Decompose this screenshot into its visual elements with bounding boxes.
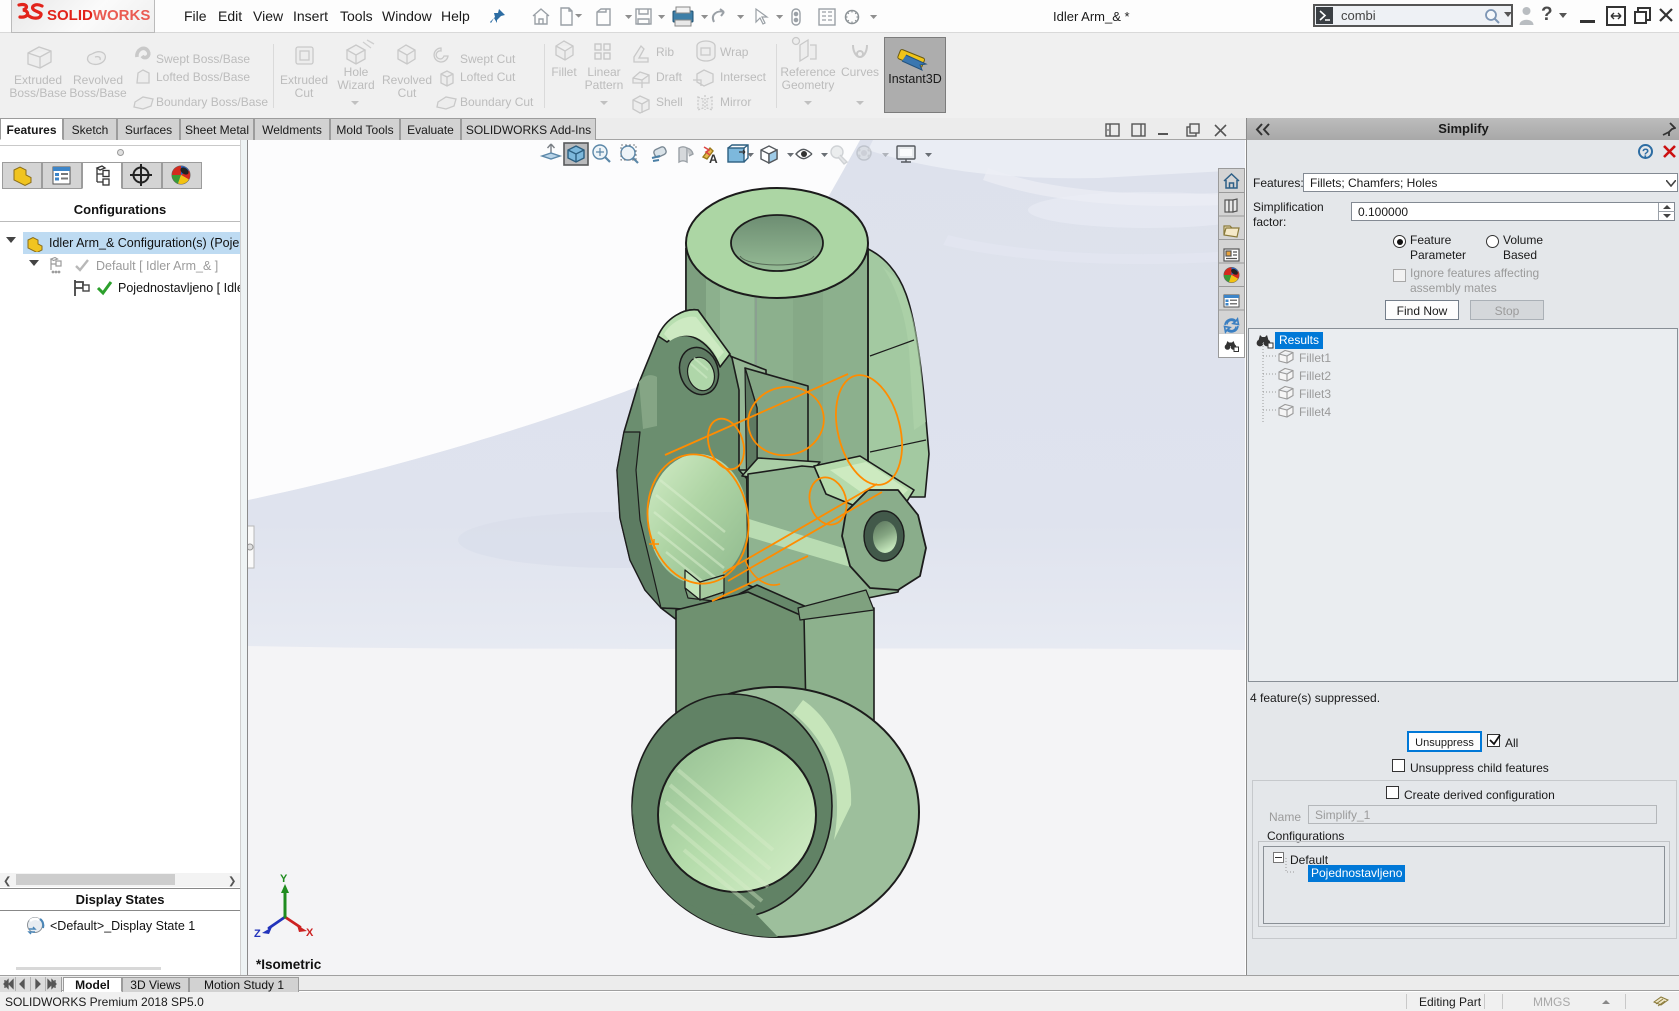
svg-text:A: A [709, 152, 718, 166]
svg-text:Instant3D: Instant3D [888, 72, 942, 86]
svg-text:SOLIDWORKS: SOLIDWORKS [47, 7, 150, 24]
svg-text:*Isometric: *Isometric [256, 957, 322, 972]
svg-text:Y: Y [280, 873, 288, 885]
svg-text:X: X [306, 927, 314, 939]
svg-text:Z: Z [254, 928, 261, 940]
